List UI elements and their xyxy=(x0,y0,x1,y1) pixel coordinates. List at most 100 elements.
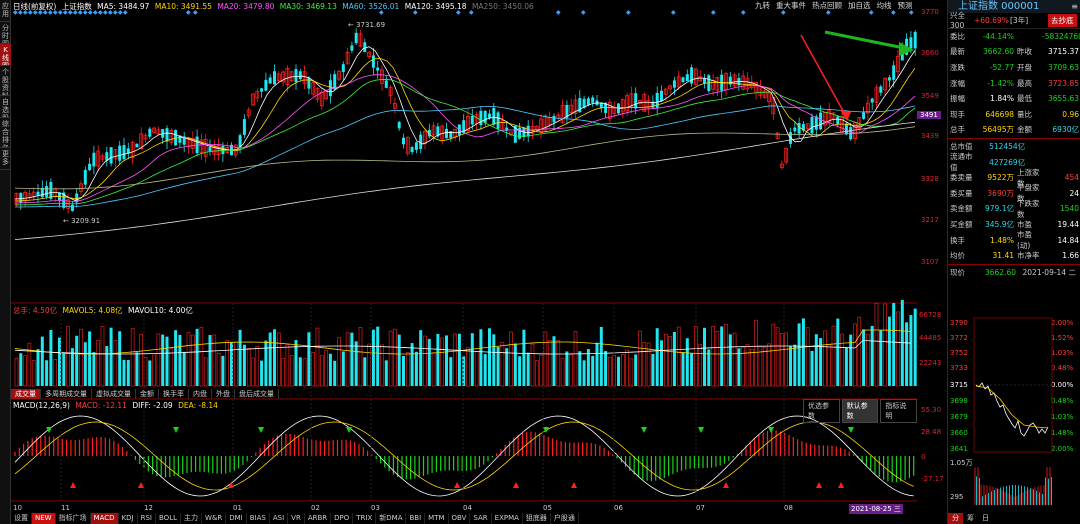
volume-tab[interactable]: 多周期成交量 xyxy=(41,389,92,399)
volume-bar xyxy=(805,327,810,387)
intraday-avg-line xyxy=(975,385,1049,429)
indicator-tab[interactable]: 指标广场 xyxy=(56,513,91,524)
volume-tab[interactable]: 金额 xyxy=(136,389,159,399)
indicator-tab[interactable]: NEW xyxy=(32,513,56,524)
indicator-tab[interactable]: KDJ xyxy=(119,513,138,524)
volume-tab[interactable]: 外盘 xyxy=(212,389,235,399)
left-toolbar-item[interactable]: 综合排名 xyxy=(0,118,11,148)
panel-bottom-tab[interactable]: 日 xyxy=(978,513,993,524)
quote-value: -44.14% xyxy=(982,31,1014,41)
left-toolbar-item[interactable]: 个股资料 xyxy=(0,66,11,96)
indicator-tab[interactable]: SAR xyxy=(470,513,492,524)
volume-bar xyxy=(522,329,526,386)
macd-axis-label: 55.30 xyxy=(921,406,942,414)
indicator-tab[interactable]: OBV xyxy=(449,513,471,524)
x-axis-label: 12 xyxy=(144,504,153,512)
volume-axis-label: 66728 xyxy=(919,311,942,319)
indicator-tab[interactable]: RSI xyxy=(138,513,156,524)
indicator-tab[interactable]: BIAS xyxy=(247,513,270,524)
volume-bar xyxy=(118,331,122,386)
macd-param-button[interactable]: 指标说明 xyxy=(880,399,918,423)
top-toolbar-item[interactable]: 热点回顾 xyxy=(809,0,845,11)
top-toolbar-item[interactable]: 预测 xyxy=(895,0,916,11)
buy-signal-icon xyxy=(723,482,729,488)
indicator-tab[interactable]: VR xyxy=(288,513,305,524)
indicator-tab[interactable]: MTM xyxy=(425,513,449,524)
candle-body xyxy=(135,143,139,148)
volume-bar xyxy=(526,352,530,386)
volume-bar xyxy=(169,348,174,387)
quote-label: 委卖量 xyxy=(950,173,973,183)
intraday-pct-label: 1.52% xyxy=(1051,334,1074,342)
indicator-tab[interactable]: BOLL xyxy=(156,513,181,524)
volume-tab[interactable]: 盘后成交量 xyxy=(235,389,279,399)
volume-bar xyxy=(410,343,414,386)
volume-bar xyxy=(586,349,590,386)
top-toolbar-item[interactable]: 加自选 xyxy=(845,0,874,11)
quote-value: -1.42% xyxy=(987,78,1014,88)
left-toolbar-item[interactable]: 自选股 xyxy=(0,96,11,118)
volume-bar xyxy=(732,332,737,387)
related-fund-change: +60.69% xyxy=(974,15,1009,25)
indicator-tab[interactable]: BBI xyxy=(406,513,426,524)
volume-bar xyxy=(651,353,655,386)
macd-param-button[interactable]: 优选参数 xyxy=(803,399,840,423)
price-axis-label: 3107 xyxy=(921,258,939,266)
panel-bottom-tab[interactable]: 分 xyxy=(948,513,963,524)
volume-bar xyxy=(663,333,668,387)
candle-body xyxy=(341,64,345,73)
intraday-chart[interactable]: 3790 3772 3752 3733 3715 3698 3679 3660 3641 2.00… xyxy=(948,315,1080,515)
volume-bar xyxy=(122,359,126,386)
volume-tab[interactable]: 虚拟成交量 xyxy=(92,389,136,399)
left-toolbar-item[interactable]: 分时图 xyxy=(0,22,11,44)
top-toolbar-item[interactable]: 重大事件 xyxy=(773,0,809,11)
volume-bar xyxy=(474,351,479,387)
volume-bar xyxy=(174,330,178,386)
buy-dip-button[interactable]: 去抄底 xyxy=(1048,13,1077,27)
volume-bar xyxy=(208,335,212,386)
volume-tab[interactable]: 换手率 xyxy=(159,389,189,399)
indicator-tab[interactable]: DPO xyxy=(331,513,354,524)
x-axis-label: 02 xyxy=(311,504,320,512)
volume-bar xyxy=(767,343,771,387)
left-toolbar-item[interactable]: K线图 xyxy=(0,44,11,66)
macd-params: MACD(12,26,9) xyxy=(13,401,70,410)
volume-legend: 总手: 4.50亿 MAVOL5: 4.08亿 MAVOL10: 4.00亿 xyxy=(13,305,196,316)
intraday-price-label: 3772 xyxy=(950,334,968,342)
volume-bar xyxy=(182,351,186,386)
quote-value: 31.41 xyxy=(992,251,1014,261)
top-toolbar-item[interactable]: 均线 xyxy=(874,0,895,11)
quote-value: 14.84 xyxy=(1057,235,1079,245)
indicator-tab[interactable]: 狙底器 xyxy=(523,513,551,524)
kline-chart[interactable] xyxy=(11,0,917,524)
indicator-tab[interactable]: 户股通 xyxy=(551,513,579,524)
indicator-tab[interactable]: 设置 xyxy=(11,513,32,524)
indicator-tab[interactable]: W&R xyxy=(202,513,227,524)
intraday-pct-label: 1.03% xyxy=(1051,349,1074,357)
indicator-tab[interactable]: TRIX xyxy=(353,513,377,524)
indicator-tab[interactable]: ARBR xyxy=(305,513,332,524)
macd-axis-label: -27.17 xyxy=(921,475,944,483)
volume-bar xyxy=(53,359,58,387)
menu-icon[interactable]: ≡ xyxy=(1071,0,1078,13)
volume-tab[interactable]: 内盘 xyxy=(189,389,212,399)
top-toolbar-item[interactable]: 九转 xyxy=(752,0,773,11)
volume-bar xyxy=(518,356,522,386)
left-toolbar-item[interactable]: 更多 xyxy=(0,148,11,170)
sell-signal-icon xyxy=(641,427,647,433)
candle-body xyxy=(371,55,375,68)
indicator-tab[interactable]: MACD xyxy=(90,513,119,524)
indicator-tab[interactable]: 新DMA xyxy=(376,513,407,524)
volume-bar xyxy=(191,334,195,387)
panel-bottom-tab[interactable]: 筹 xyxy=(963,513,978,524)
candle-body xyxy=(445,128,448,139)
indicator-tab[interactable]: EXPMA xyxy=(492,513,523,524)
volume-bar xyxy=(341,351,345,386)
volume-tab[interactable]: 成交量 xyxy=(11,389,41,399)
indicator-tab[interactable]: DMI xyxy=(226,513,247,524)
left-toolbar-item[interactable]: 应用 xyxy=(0,0,11,22)
indicator-tab[interactable]: ASI xyxy=(270,513,289,524)
indicator-tab[interactable]: 主力 xyxy=(181,513,202,524)
sell-signal-icon xyxy=(346,427,352,433)
macd-param-button[interactable]: 默认参数 xyxy=(841,399,879,423)
